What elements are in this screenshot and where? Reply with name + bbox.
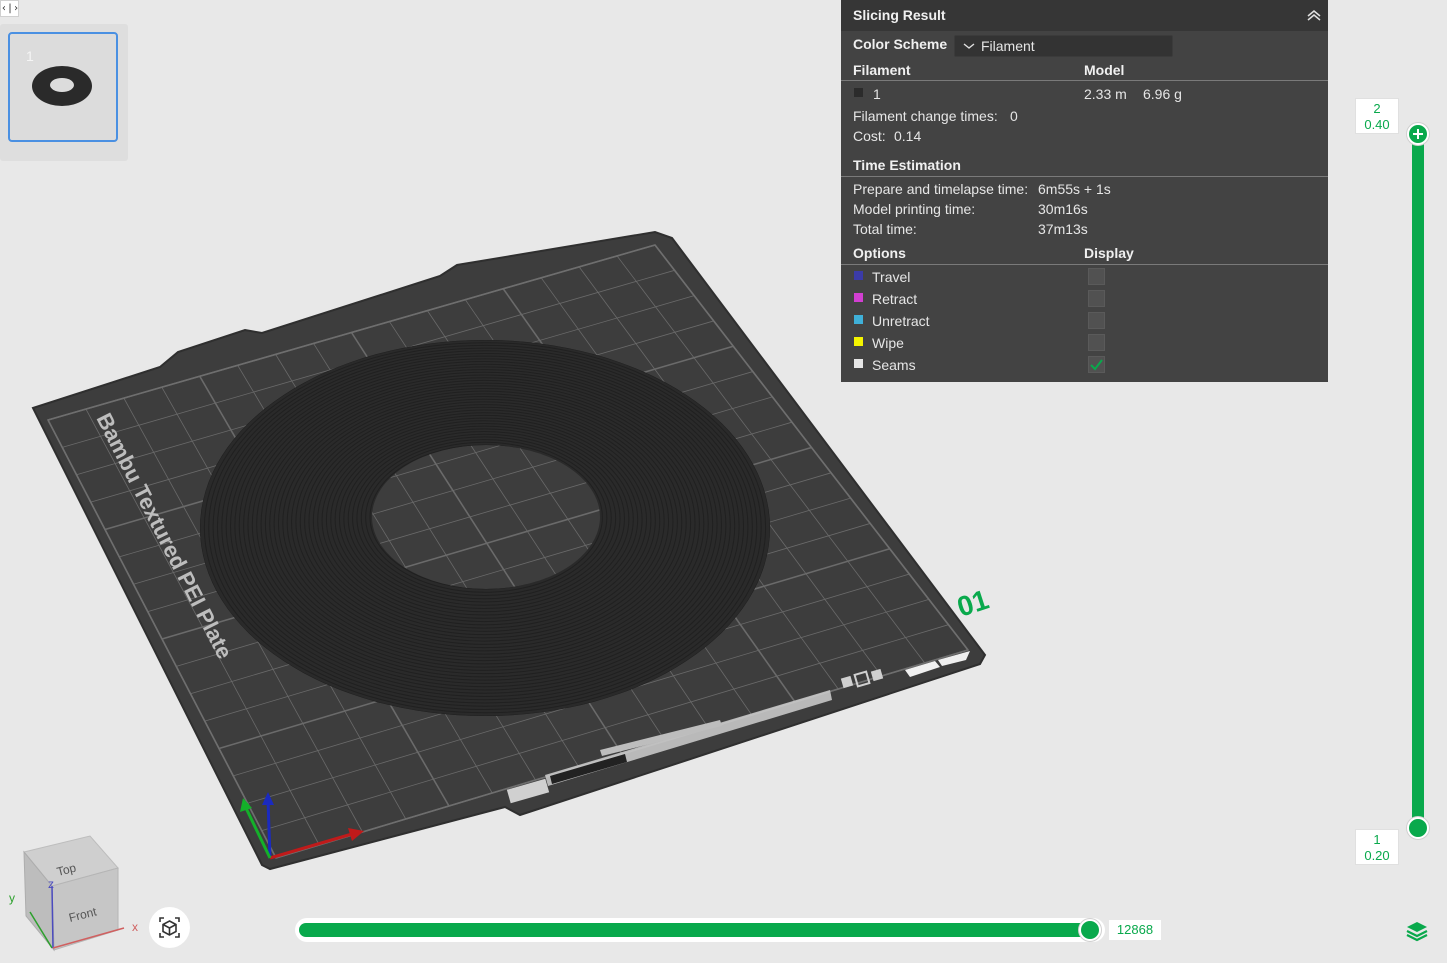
auto-orient-button[interactable] bbox=[149, 907, 190, 948]
bottom-layer-number: 1 bbox=[1373, 832, 1381, 847]
display-header: Display bbox=[1084, 245, 1134, 261]
bottom-layer-height: 0.20 bbox=[1364, 848, 1390, 863]
checkmark-icon bbox=[1090, 359, 1103, 371]
top-layer-label: 2 0.40 bbox=[1355, 98, 1399, 134]
retract-display-checkbox[interactable] bbox=[1088, 290, 1105, 307]
view-cube-y-label: y bbox=[9, 891, 15, 905]
retract-color-swatch bbox=[854, 293, 863, 302]
move-slider-value: 12868 bbox=[1109, 920, 1161, 940]
model-time-value: 30m16s bbox=[1038, 201, 1088, 217]
cube-arrange-icon bbox=[159, 917, 180, 938]
move-slider-handle[interactable] bbox=[1079, 919, 1101, 941]
cost-value: 0.14 bbox=[894, 128, 922, 144]
prepare-time-value: 6m55s + 1s bbox=[1038, 181, 1111, 197]
unretract-display-checkbox[interactable] bbox=[1088, 312, 1105, 329]
top-layer-number: 2 bbox=[1373, 101, 1381, 116]
seams-display-checkbox[interactable] bbox=[1088, 356, 1105, 373]
travel-display-checkbox[interactable] bbox=[1088, 268, 1105, 285]
seams-color-swatch bbox=[854, 359, 863, 368]
divider bbox=[841, 264, 1328, 265]
slicing-result-header: Slicing Result bbox=[841, 0, 1328, 31]
time-estimation-header: Time Estimation bbox=[853, 157, 961, 173]
filament-change-value: 0 bbox=[1010, 108, 1018, 124]
bottom-layer-label: 1 0.20 bbox=[1355, 829, 1399, 865]
collapse-panel-icon[interactable] bbox=[1306, 7, 1322, 23]
view-cube-z-label: z bbox=[48, 877, 54, 891]
divider bbox=[841, 176, 1328, 177]
total-time-value: 37m13s bbox=[1038, 221, 1088, 237]
filament-color-swatch bbox=[854, 88, 863, 97]
color-scheme-value: Filament bbox=[981, 38, 1035, 54]
filament-weight: 6.96 g bbox=[1143, 86, 1182, 102]
chevron-down-icon bbox=[963, 43, 975, 49]
top-layer-height: 0.40 bbox=[1364, 117, 1390, 132]
view-cube-x-label: x bbox=[132, 920, 138, 934]
layers-icon[interactable] bbox=[1404, 918, 1430, 944]
unretract-color-swatch bbox=[854, 315, 863, 324]
move-slider-track[interactable] bbox=[299, 923, 1090, 937]
wipe-color-swatch bbox=[854, 337, 863, 346]
view-cube[interactable] bbox=[23, 835, 125, 952]
layer-slider-bottom-handle[interactable] bbox=[1407, 817, 1429, 839]
plate-number-label: 01 bbox=[953, 584, 992, 623]
layer-slider-track[interactable] bbox=[1412, 134, 1424, 828]
layer-slider-top-handle[interactable] bbox=[1407, 123, 1429, 145]
slicing-result-title: Slicing Result bbox=[853, 7, 946, 23]
travel-color-swatch bbox=[854, 271, 863, 280]
slicing-result-panel: Slicing Result Color Scheme Filament Fil… bbox=[841, 0, 1328, 382]
divider bbox=[841, 80, 1328, 81]
color-scheme-select[interactable]: Filament bbox=[954, 35, 1173, 57]
wipe-display-checkbox[interactable] bbox=[1088, 334, 1105, 351]
plus-icon bbox=[1413, 129, 1423, 139]
model-header: Model bbox=[1084, 62, 1125, 78]
